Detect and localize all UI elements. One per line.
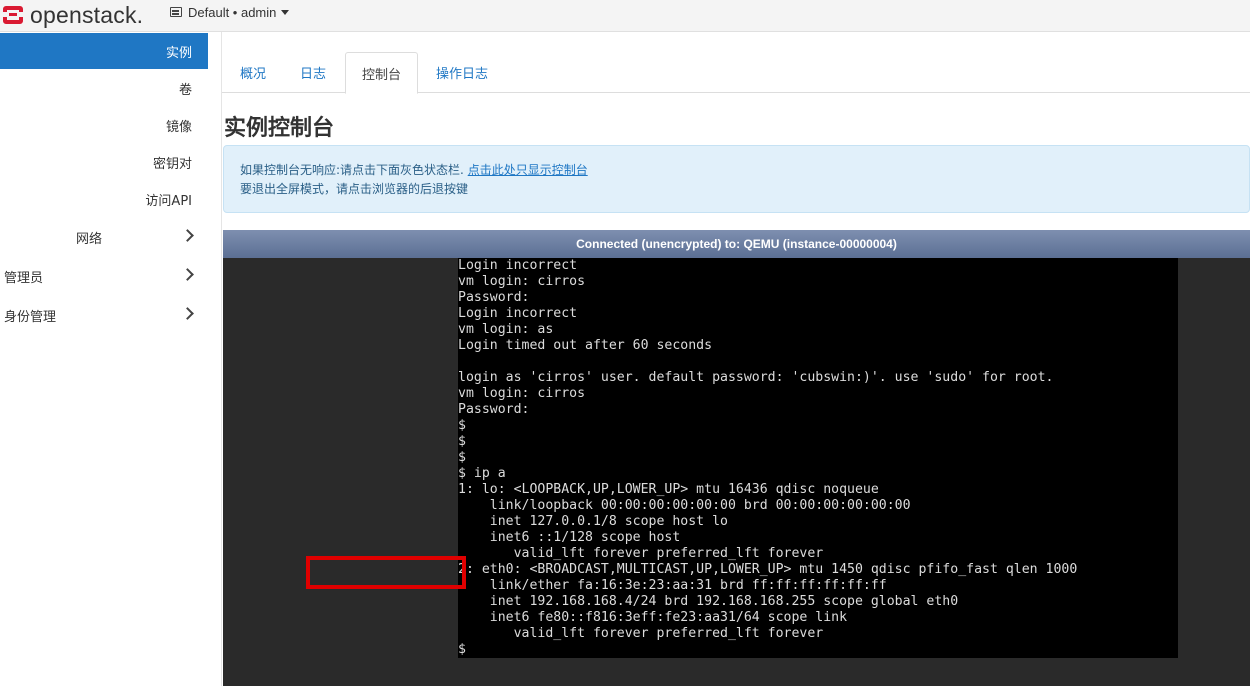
info-alert: 如果控制台无响应:请点击下面灰色状态栏. 点击此处只显示控制台 要退出全屏模式，…	[223, 145, 1250, 213]
sidebar-item-label: 实例	[165, 45, 192, 61]
top-navbar: openstack. Default • admin	[0, 0, 1250, 32]
sidebar-item-label: 密钥对	[152, 156, 192, 172]
openstack-logo-icon	[0, 4, 26, 26]
project-selector[interactable]: Default • admin	[170, 3, 290, 21]
terminal-line: vm login: as	[458, 322, 554, 337]
terminal-line: Login incorrect	[458, 258, 578, 273]
sidebar-item-label: 管理员	[4, 270, 44, 286]
alert-line-2: 要退出全屏模式，请点击浏览器的后退按键	[240, 182, 469, 196]
terminal-line: vm login: cirros	[458, 274, 586, 289]
terminal-screen[interactable]: Login incorrect vm login: cirros Password:…	[458, 258, 1178, 658]
sidebar-item-label: 卷	[178, 82, 192, 98]
sidebar-item-identity[interactable]: 身份管理	[0, 297, 208, 333]
terminal-line: 2: eth0: <BROADCAST,MULTICAST,UP,LOWER_U…	[458, 562, 1078, 577]
terminal-line: inet6 ::1/128 scope host	[458, 530, 681, 545]
sidebar-item-volumes[interactable]: 卷	[0, 70, 208, 106]
sidebar-item-images[interactable]: 镜像	[0, 107, 208, 143]
terminal-line: valid_lft forever preferred_lft forever	[458, 626, 824, 641]
terminal-line: 1: lo: <LOOPBACK,UP,LOWER_UP> mtu 16436 …	[458, 482, 879, 497]
terminal-line: valid_lft forever preferred_lft forever	[458, 546, 824, 561]
terminal-line: $	[458, 642, 466, 657]
terminal-line: inet6 fe80::f816:3eff:fe23:aa31/64 scope…	[458, 610, 848, 625]
brand-name: openstack.	[30, 1, 144, 28]
sidebar-item-instances[interactable]: 实例	[0, 33, 208, 69]
terminal-line: Password:	[458, 402, 530, 417]
chevron-right-icon	[181, 307, 194, 320]
project-icon	[170, 7, 182, 17]
sidebar-item-label: 访问API	[145, 193, 192, 209]
sidebar-divider	[221, 32, 222, 686]
tab-action-log[interactable]: 操作日志	[422, 52, 502, 93]
sidebar-item-label: 网络	[76, 231, 103, 247]
project-label: Default • admin	[188, 4, 277, 20]
terminal-line: Login incorrect	[458, 306, 578, 321]
terminal-line: link/ether fa:16:3e:23:aa:31 brd ff:ff:f…	[458, 578, 887, 593]
terminal-line: vm login: cirros	[458, 386, 586, 401]
terminal-line: inet 127.0.0.1/8 scope host lo	[458, 514, 728, 529]
instance-tabs: 概况 日志 控制台 操作日志	[222, 52, 1250, 94]
terminal-line: login as 'cirros' user. default password…	[458, 370, 1054, 385]
sidebar-item-keypairs[interactable]: 密钥对	[0, 144, 208, 180]
tab-label: 日志	[299, 67, 326, 82]
sidebar: 实例 卷 镜像 密钥对 访问API 网络 管理员 身份管理	[0, 32, 208, 686]
sidebar-item-api-access[interactable]: 访问API	[0, 181, 208, 217]
alert-text: 如果控制台无响应:请点击下面灰色状态栏.	[240, 163, 468, 177]
chevron-right-icon	[181, 268, 194, 281]
terminal-line: $	[458, 434, 466, 449]
alert-line-1: 如果控制台无响应:请点击下面灰色状态栏. 点击此处只显示控制台	[240, 161, 588, 178]
terminal-line: $	[458, 450, 466, 465]
terminal-line: $	[458, 418, 466, 433]
tab-label: 控制台	[361, 67, 401, 83]
terminal-line: Login timed out after 60 seconds	[458, 338, 713, 353]
sidebar-item-network[interactable]: 网络	[0, 219, 208, 255]
caret-down-icon	[281, 9, 290, 15]
tab-overview[interactable]: 概况	[224, 52, 282, 93]
tab-log[interactable]: 日志	[284, 52, 342, 93]
terminal-line: inet 192.168.168.4/24 brd 192.168.168.25…	[458, 594, 959, 609]
sidebar-item-label: 镜像	[165, 119, 192, 135]
tab-label: 概况	[239, 67, 266, 82]
vnc-console[interactable]: Connected (unencrypted) to: QEMU (instan…	[223, 230, 1250, 686]
sidebar-item-admin[interactable]: 管理员	[0, 258, 208, 294]
console-only-link[interactable]: 点击此处只显示控制台	[468, 163, 588, 177]
tab-label: 操作日志	[435, 67, 488, 82]
ip-highlight-box	[306, 556, 466, 589]
page-title: 实例控制台	[224, 116, 335, 141]
terminal-line: link/loopback 00:00:00:00:00:00 brd 00:0…	[458, 498, 911, 513]
terminal-line: $ ip a	[458, 466, 506, 481]
chevron-right-icon	[181, 229, 194, 242]
terminal-line: Password:	[458, 290, 530, 305]
tab-console[interactable]: 控制台	[345, 52, 418, 94]
sidebar-item-label: 身份管理	[4, 309, 57, 325]
openstack-logo[interactable]: openstack.	[0, 0, 143, 30]
console-status-bar[interactable]: Connected (unencrypted) to: QEMU (instan…	[223, 230, 1250, 258]
